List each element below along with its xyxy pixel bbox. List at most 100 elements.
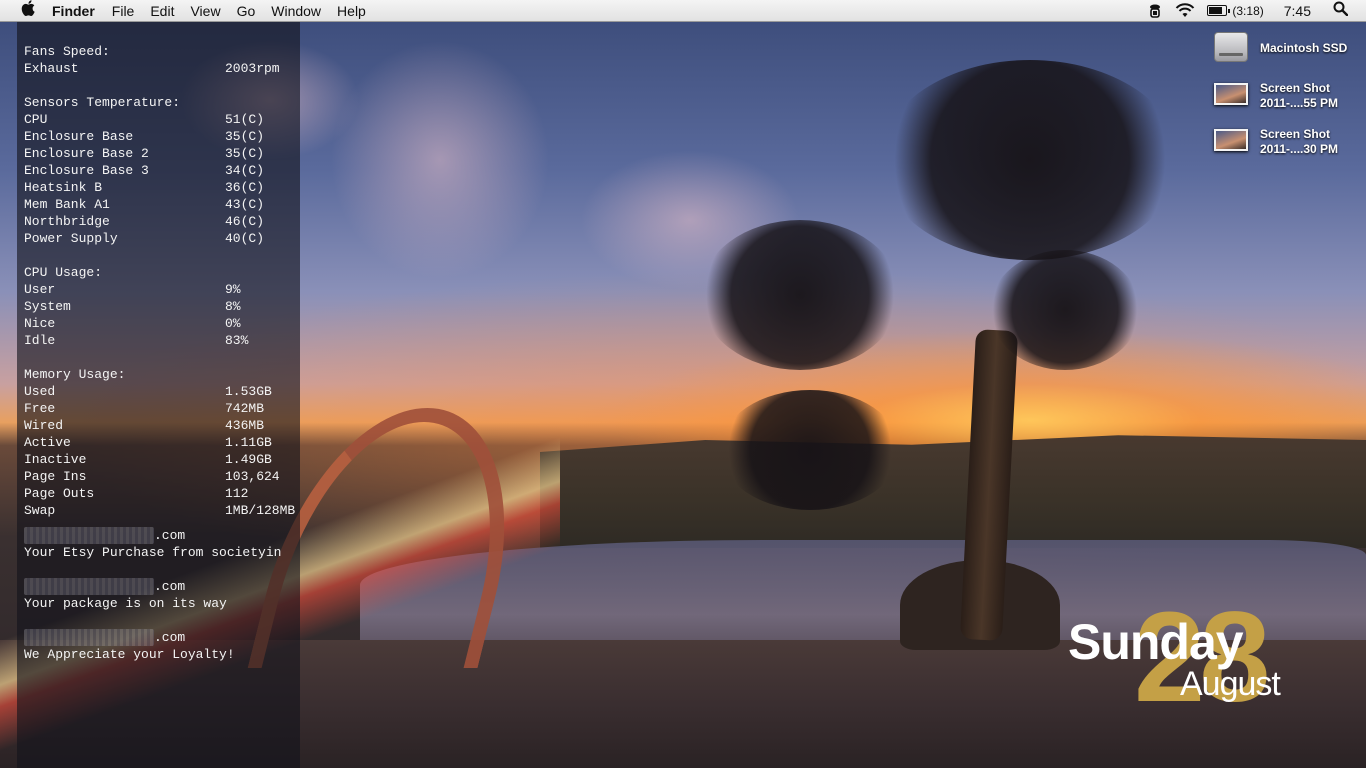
stat-value: 35(C): [225, 146, 265, 161]
stat-value: 8%: [225, 299, 241, 314]
stat-row: Page Ins 103,624: [24, 468, 295, 485]
redacted-sender: [24, 578, 154, 595]
mail-sender: .com: [24, 527, 281, 544]
stat-row: User 9%: [24, 281, 295, 298]
wifi-icon[interactable]: [1175, 3, 1195, 18]
stat-row: Enclosure Base 3 34(C): [24, 162, 295, 179]
menu-edit[interactable]: Edit: [150, 3, 174, 19]
redacted-sender: [24, 629, 154, 646]
menu-bar: Finder File Edit View Go Window Help (3:…: [0, 0, 1366, 22]
wifi-signal-icon: [1176, 3, 1195, 17]
menu-file[interactable]: File: [112, 3, 135, 19]
stat-value: 1.11GB: [225, 435, 272, 450]
desktop-icon-macintosh-ssd[interactable]: Macintosh SSD: [1214, 32, 1347, 62]
stat-row: Enclosure Base 2 35(C): [24, 145, 295, 162]
system-stats: Fans Speed: Exhaust 2003rpm Sensors Tempe…: [24, 43, 295, 519]
stat-value: 83%: [225, 333, 249, 348]
stat-row: Idle 83%: [24, 332, 295, 349]
stat-row: Wired 436MB: [24, 417, 295, 434]
stat-label: CPU: [24, 112, 48, 127]
date-widget: 28 Sunday August: [1066, 594, 1366, 730]
mail-subject: We Appreciate your Loyalty!: [24, 647, 235, 662]
stat-label: Idle: [24, 333, 56, 348]
stat-value: 43(C): [225, 197, 265, 212]
stat-row: Mem Bank A1 43(C): [24, 196, 295, 213]
status-menus: (3:18) 7:45: [1135, 0, 1366, 22]
stat-label: Nice: [24, 316, 56, 331]
apple-menu-icon[interactable]: [18, 0, 38, 21]
memory-header: Memory Usage:: [24, 366, 295, 383]
time-machine-icon[interactable]: [1147, 3, 1163, 19]
stat-value: 36(C): [225, 180, 265, 195]
battery-fill: [1209, 7, 1222, 14]
stat-label: User: [24, 282, 56, 297]
stat-value: 1MB/128MB: [225, 503, 296, 518]
desktop-icon-screen-shot-2[interactable]: Screen Shot 2011-....30 PM: [1214, 127, 1338, 157]
battery-icon: [1207, 5, 1231, 16]
spotlight-icon[interactable]: [1333, 1, 1349, 20]
menu-window[interactable]: Window: [271, 3, 321, 19]
stat-label: Free: [24, 401, 56, 416]
stat-row: Nice 0%: [24, 315, 295, 332]
extra-status-icon: [1150, 4, 1161, 18]
magnifier-icon: [1333, 1, 1349, 17]
battery-time-remaining: (3:18): [1232, 3, 1264, 18]
stat-row: Swap 1MB/128MB: [24, 502, 295, 519]
stat-value: 742MB: [225, 401, 265, 416]
stat-row: Northbridge 46(C): [24, 213, 295, 230]
apple-logo-icon: [21, 0, 35, 17]
stat-value: 103,624: [225, 469, 280, 484]
stat-row: Inactive 1.49GB: [24, 451, 295, 468]
stat-value: 35(C): [225, 129, 265, 144]
menu-finder[interactable]: Finder: [52, 3, 95, 19]
stat-label: Inactive: [24, 452, 87, 467]
stat-label: Enclosure Base: [24, 129, 134, 144]
screenshot-thumbnail-icon: [1214, 83, 1248, 105]
stat-value: 1.53GB: [225, 384, 272, 399]
stat-row: Heatsink B 36(C): [24, 179, 295, 196]
desktop-icon-label: Screen Shot 2011-....30 PM: [1260, 127, 1338, 157]
mail-sender: .com: [24, 578, 227, 595]
stat-value: 1.49GB: [225, 452, 272, 467]
sender-domain: .com: [154, 528, 186, 543]
stat-row: System 8%: [24, 298, 295, 315]
mail-sender: .com: [24, 629, 235, 646]
stat-label: Swap: [24, 503, 56, 518]
stat-label: Enclosure Base 3: [24, 163, 149, 178]
sender-domain: .com: [154, 579, 186, 594]
mail-subject: Your Etsy Purchase from societyin: [24, 545, 282, 560]
date-weekday: Sunday: [1068, 614, 1244, 670]
mail-item: .com Your Etsy Purchase from societyin: [24, 527, 281, 561]
menu-go[interactable]: Go: [237, 3, 256, 19]
icon-label-line1: Macintosh SSD: [1260, 41, 1348, 55]
icon-label-line1: Screen Shot: [1260, 127, 1331, 141]
stat-row: Enclosure Base 35(C): [24, 128, 295, 145]
stat-label: Mem Bank A1: [24, 197, 110, 212]
stat-label: Northbridge: [24, 214, 110, 229]
stat-label: Page Outs: [24, 486, 95, 501]
hard-drive-icon: [1214, 32, 1248, 62]
stat-label: Exhaust: [24, 61, 79, 76]
desktop-icon-label: Macintosh SSD: [1260, 41, 1347, 56]
menu-help[interactable]: Help: [337, 3, 366, 19]
stat-label: Enclosure Base 2: [24, 146, 149, 161]
date-month: August: [1180, 665, 1281, 703]
stat-row: Power Supply 40(C): [24, 230, 295, 247]
mail-item: .com We Appreciate your Loyalty!: [24, 629, 235, 663]
fans-header-label: Fans Speed:: [24, 44, 110, 59]
stat-value: 34(C): [225, 163, 265, 178]
stat-row: CPU 51(C): [24, 111, 295, 128]
sender-domain: .com: [154, 630, 186, 645]
fans-header: Fans Speed:: [24, 43, 295, 60]
cpu-header: CPU Usage:: [24, 264, 295, 281]
redacted-sender: [24, 527, 154, 544]
stat-value: 112: [225, 486, 249, 501]
menu-view[interactable]: View: [190, 3, 220, 19]
menu-clock[interactable]: 7:45: [1284, 3, 1311, 19]
stat-value: 9%: [225, 282, 241, 297]
mail-subject: Your package is on its way: [24, 596, 227, 611]
battery-status[interactable]: (3:18): [1207, 3, 1264, 18]
stat-row: Exhaust 2003rpm: [24, 60, 295, 77]
stat-value: 51(C): [225, 112, 265, 127]
desktop-icon-screen-shot-1[interactable]: Screen Shot 2011-....55 PM: [1214, 81, 1338, 111]
